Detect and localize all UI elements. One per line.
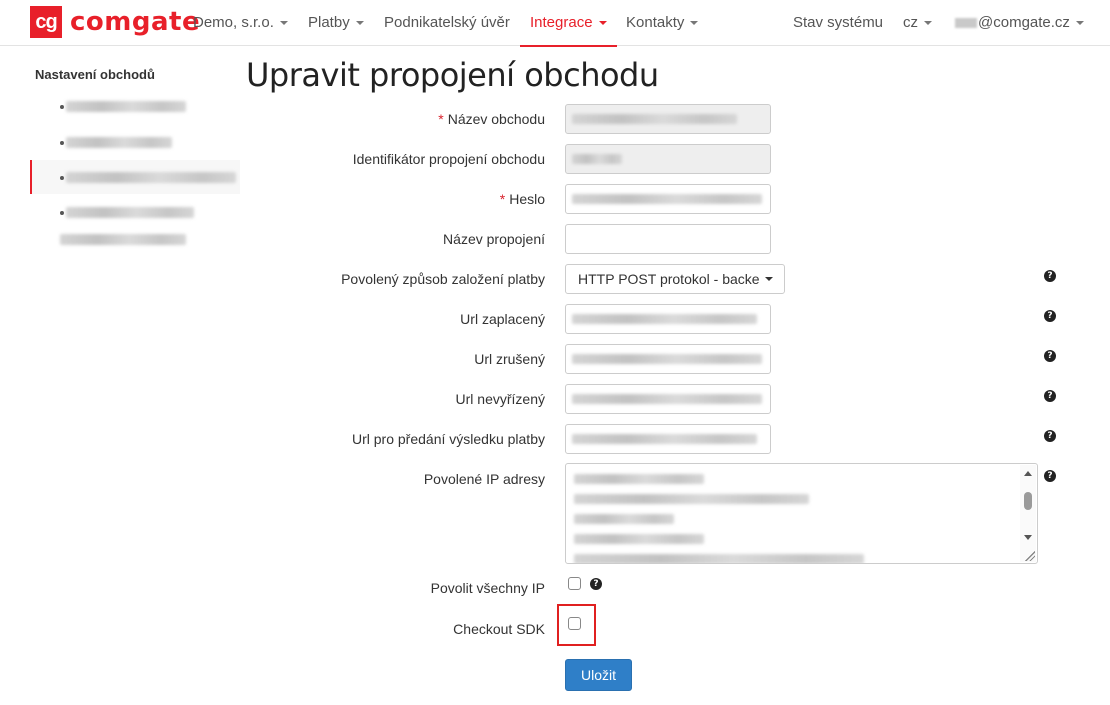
redacted-ip [574, 554, 864, 563]
redacted-ip [574, 474, 704, 484]
highlight-frame [557, 604, 596, 646]
password-label: * Heslo [500, 191, 545, 207]
redacted-value [572, 394, 762, 404]
logo-mark: cg [30, 6, 62, 38]
scroll-thumb[interactable] [1024, 492, 1032, 510]
nav-loan-link[interactable]: Podnikatelský úvěr [384, 0, 510, 46]
help-icon[interactable]: ? [1044, 270, 1056, 282]
redacted-shop-name [60, 234, 186, 245]
nav-system-status-link[interactable]: Stav systému [793, 0, 883, 46]
help-icon[interactable]: ? [1044, 350, 1056, 362]
allowed-ip-textarea[interactable] [565, 463, 1038, 564]
nav-user-dropdown[interactable]: @comgate.cz [955, 0, 1084, 46]
url-paid-field[interactable] [565, 304, 771, 334]
nav-company-dropdown[interactable]: Demo, s.r.o. [193, 0, 288, 46]
chevron-down-icon [598, 21, 607, 26]
bullet-icon [60, 175, 64, 180]
bullet-icon [60, 140, 64, 145]
help-icon[interactable]: ? [1044, 310, 1056, 322]
shop-name-label-text: Název obchodu [447, 111, 545, 127]
help-icon[interactable]: ? [1044, 390, 1056, 402]
redacted-ip [574, 494, 809, 504]
chevron-down-icon [690, 21, 699, 26]
redacted-ip-lines [574, 474, 864, 563]
redacted-shop-name [66, 207, 194, 218]
connection-name-field[interactable] [565, 224, 771, 254]
payment-method-dropdown[interactable]: HTTP POST protokol - backe [565, 264, 785, 294]
logo-text: comgate [70, 7, 201, 37]
nav-user-email: @comgate.cz [978, 14, 1070, 31]
password-label-text: Heslo [509, 191, 545, 207]
nav-company-label: Demo, s.r.o. [193, 14, 274, 31]
redacted-ip [574, 534, 704, 544]
bullet-icon [60, 210, 64, 215]
allow-all-ip-label: Povolit všechny IP [430, 580, 545, 596]
redacted-shop-name [66, 101, 186, 112]
chevron-down-icon [355, 21, 364, 26]
allowed-ip-label: Povolené IP adresy [423, 471, 545, 487]
chevron-down-icon [764, 277, 773, 281]
url-result-label: Url pro předání výsledku platby [352, 431, 545, 447]
nav-payments-label: Platby [308, 14, 350, 31]
redacted-value [572, 154, 622, 164]
sidebar-item-shop-4[interactable] [60, 207, 194, 218]
redacted-value [572, 194, 762, 204]
redacted-ip [574, 514, 674, 524]
chevron-down-icon [924, 21, 932, 26]
page-title: Upravit propojení obchodu [246, 56, 659, 94]
connection-id-label: Identifikátor propojení obchodu [352, 151, 545, 167]
sidebar-title: Nastavení obchodů [35, 67, 155, 82]
shop-name-field[interactable] [565, 104, 771, 134]
redacted-shop-name [66, 137, 172, 148]
nav-contacts-label: Kontakty [626, 14, 685, 31]
redacted-value [572, 314, 757, 324]
payment-method-label: Povolený způsob založení platby [341, 271, 545, 287]
sidebar-item-shop-active[interactable] [60, 172, 236, 183]
nav-contacts-dropdown[interactable]: Kontakty [626, 0, 699, 46]
redacted-username [955, 18, 977, 29]
sidebar-item-shop-4-cont[interactable] [60, 234, 186, 245]
nav-language-dropdown[interactable]: cz [903, 0, 932, 46]
allow-all-ip-checkbox[interactable] [568, 577, 581, 590]
scroll-down-arrow-icon[interactable] [1024, 535, 1032, 540]
nav-loan-label: Podnikatelský úvěr [384, 14, 510, 31]
url-paid-label: Url zaplacený [460, 311, 545, 327]
help-icon[interactable]: ? [1044, 470, 1056, 482]
textarea-scrollbar[interactable] [1020, 465, 1036, 562]
top-navbar: cg comgate Demo, s.r.o. Platby Podnikate… [0, 0, 1110, 47]
url-cancelled-field[interactable] [565, 344, 771, 374]
nav-language-label: cz [903, 14, 918, 31]
resize-grip-icon[interactable] [1025, 551, 1035, 561]
redacted-value [572, 434, 757, 444]
chevron-down-icon [1075, 21, 1084, 26]
nav-system-status-label: Stav systému [793, 14, 884, 31]
checkout-sdk-label: Checkout SDK [453, 621, 545, 637]
scroll-up-arrow-icon[interactable] [1024, 471, 1032, 476]
comgate-logo[interactable]: cg comgate [30, 6, 200, 38]
url-pending-field[interactable] [565, 384, 771, 414]
required-mark: * [499, 191, 506, 207]
help-icon[interactable]: ? [1044, 430, 1056, 442]
connection-name-label: Název propojení [443, 231, 545, 247]
nav-payments-dropdown[interactable]: Platby [308, 0, 364, 46]
nav-integration-dropdown[interactable]: Integrace [520, 0, 617, 47]
password-field[interactable] [565, 184, 771, 214]
bullet-icon [60, 104, 64, 109]
redacted-value [572, 114, 737, 124]
sidebar-item-shop-2[interactable] [60, 137, 172, 148]
save-button[interactable]: Uložit [565, 659, 632, 691]
redacted-value [572, 354, 762, 364]
url-pending-label: Url nevyřízený [455, 391, 545, 407]
help-icon[interactable]: ? [590, 578, 602, 590]
shop-name-label: * Název obchodu [438, 111, 545, 127]
chevron-down-icon [279, 21, 288, 26]
required-mark: * [438, 111, 444, 127]
nav-integration-label: Integrace [530, 14, 593, 31]
payment-method-value: HTTP POST protokol - backe [578, 271, 760, 287]
url-result-field[interactable] [565, 424, 771, 454]
sidebar-item-shop-1[interactable] [60, 101, 186, 112]
url-cancelled-label: Url zrušený [474, 351, 545, 367]
redacted-shop-name [66, 172, 236, 183]
connection-id-field[interactable] [565, 144, 771, 174]
